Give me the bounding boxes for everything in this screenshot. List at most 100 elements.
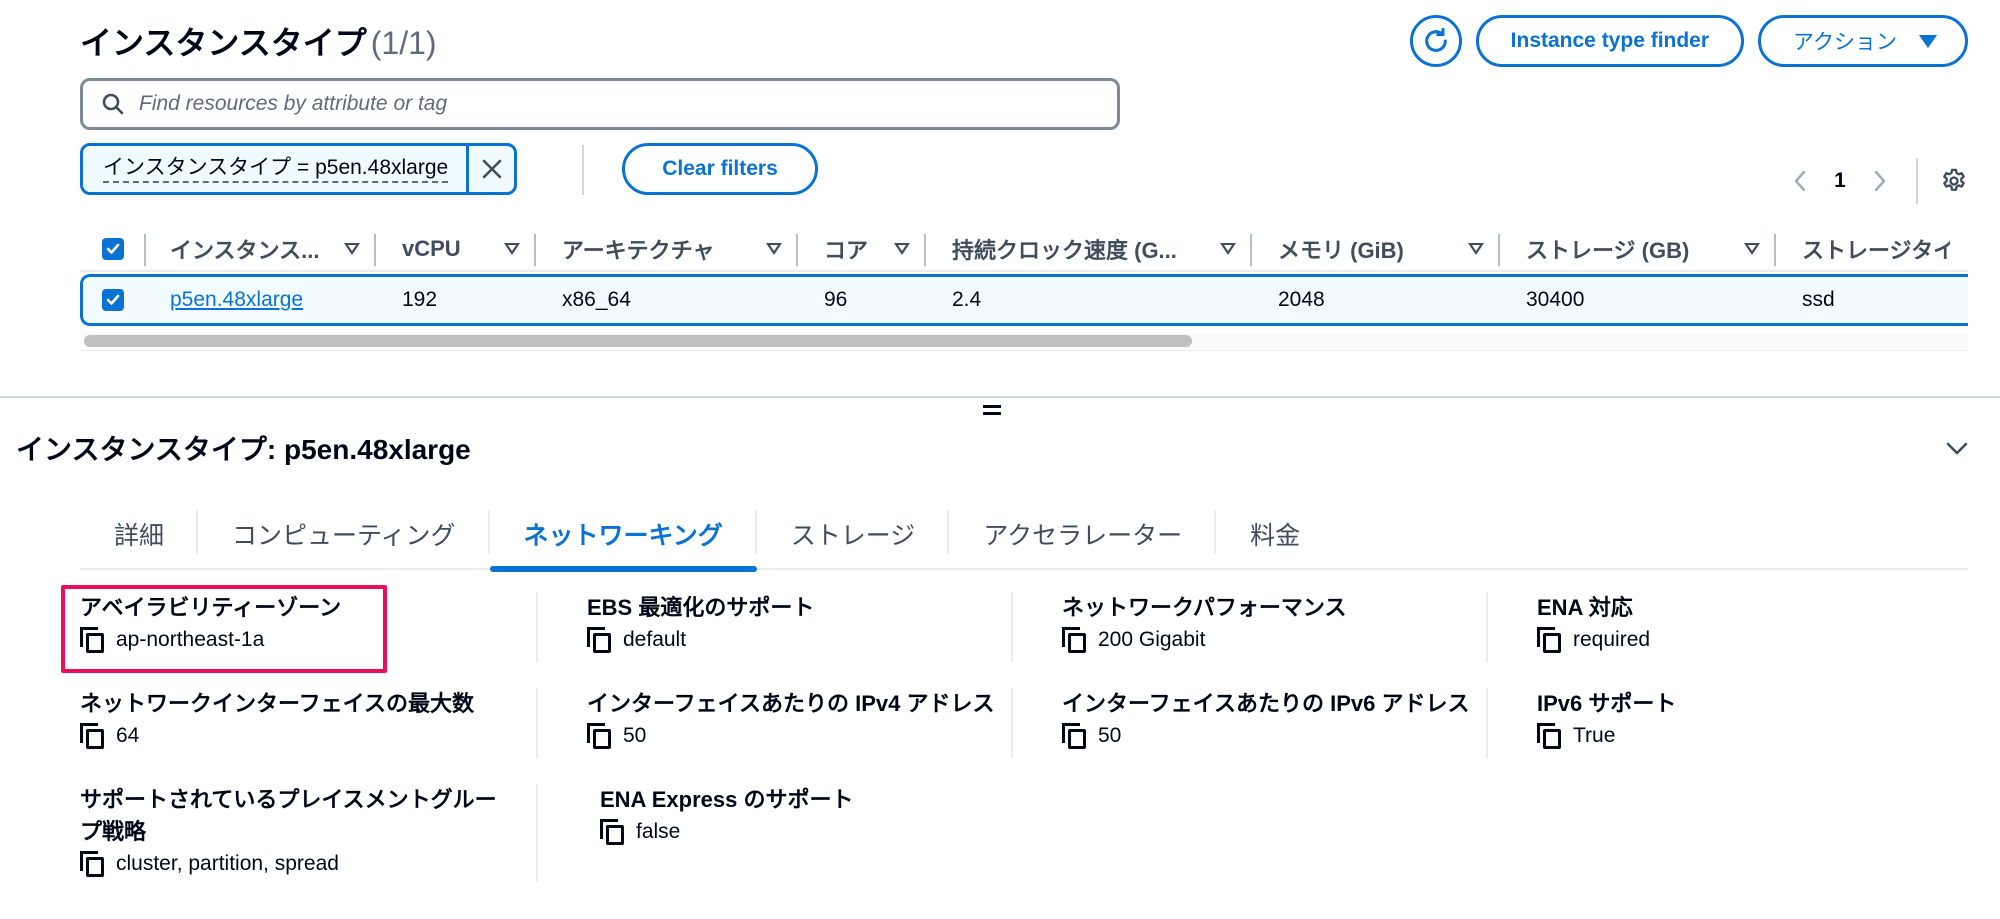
field-value: default <box>623 628 687 651</box>
field-network-performance: ネットワークパフォーマンス 200 Gigabit <box>1030 592 1505 688</box>
column-header-storage-type[interactable]: ストレージタイ <box>1776 228 1966 270</box>
actions-label: アクション <box>1793 31 1897 54</box>
search-input[interactable] <box>139 92 1039 116</box>
copy-icon[interactable] <box>1062 723 1086 749</box>
filter-token: インスタンスタイプ = p5en.48xlarge <box>80 143 518 195</box>
handle-line <box>983 405 1001 408</box>
tab-label: ネットワーキング <box>523 522 723 550</box>
remove-filter-button[interactable] <box>466 146 514 192</box>
field-value: ap-northeast-1a <box>116 628 265 651</box>
sort-icon[interactable] <box>766 243 782 255</box>
column-divider <box>536 784 538 882</box>
column-label: ストレージ (GB) <box>1526 238 1690 263</box>
column-header-memory[interactable]: メモリ (GiB) <box>1252 228 1500 270</box>
previous-page-button[interactable] <box>1778 169 1822 193</box>
copy-icon[interactable] <box>1537 723 1561 749</box>
field-ipv6-per-interface: インターフェイスあたりの IPv6 アドレス 50 <box>1030 688 1505 784</box>
actions-dropdown-button[interactable]: アクション <box>1758 15 1968 67</box>
resource-count: (1/1) <box>370 25 437 61</box>
column-label: 持続クロック速度 (G... <box>952 238 1177 263</box>
scrollbar-thumb[interactable] <box>84 335 1192 347</box>
tab-label: 料金 <box>1250 522 1301 550</box>
column-label: vCPU <box>402 236 461 261</box>
copy-icon[interactable] <box>80 627 104 653</box>
select-all-header <box>80 228 146 270</box>
column-divider <box>1486 688 1488 758</box>
filter-token-label[interactable]: インスタンスタイプ = p5en.48xlarge <box>103 155 449 183</box>
chevron-right-icon <box>1874 170 1886 192</box>
page-title-text: インスタンスタイプ <box>80 25 367 61</box>
sort-icon[interactable] <box>1468 243 1484 255</box>
column-header-instance-type[interactable]: インスタンス... <box>146 228 376 270</box>
kv-row: サポートされているプレイスメントグループ戦略 cluster, partitio… <box>80 784 1980 904</box>
column-header-clock-speed[interactable]: 持続クロック速度 (G... <box>926 228 1252 270</box>
field-placement-group-strategies: サポートされているプレイスメントグループ戦略 cluster, partitio… <box>80 784 568 904</box>
row-checkbox[interactable] <box>102 289 124 311</box>
tab-networking[interactable]: ネットワーキング <box>489 500 758 572</box>
cell-cores: 96 <box>824 288 848 311</box>
table-row[interactable]: p5en.48xlarge 192 x86_64 96 2.4 2048 304… <box>80 274 1968 326</box>
column-divider <box>1011 688 1013 758</box>
copy-icon[interactable] <box>1062 627 1086 653</box>
column-label: ストレージタイ <box>1802 238 1950 263</box>
chevron-left-icon <box>1794 170 1806 192</box>
detail-panel-title: インスタンスタイプ: p5en.48xlarge <box>16 434 471 465</box>
sort-icon[interactable] <box>1744 243 1760 255</box>
caret-down-icon <box>1919 34 1937 48</box>
tab-accelerators[interactable]: アクセラレーター <box>949 500 1217 568</box>
table-preferences-button[interactable] <box>1940 167 1968 195</box>
select-all-checkbox[interactable] <box>102 238 124 260</box>
sort-icon[interactable] <box>894 243 910 255</box>
cell-clock-speed: 2.4 <box>952 288 982 311</box>
split-panel-resize-handle[interactable] <box>983 405 1001 417</box>
sort-icon[interactable] <box>504 243 520 255</box>
current-page-number[interactable]: 1 <box>1822 169 1858 193</box>
collapse-panel-button[interactable] <box>1942 434 1972 464</box>
instance-type-link[interactable]: p5en.48xlarge <box>170 288 303 311</box>
refresh-button[interactable] <box>1409 15 1462 67</box>
copy-icon[interactable] <box>600 819 624 845</box>
search-field[interactable] <box>80 78 1120 130</box>
column-label: アーキテクチャ <box>562 238 715 263</box>
tab-storage[interactable]: ストレージ <box>757 500 950 568</box>
table-bottom-border <box>80 350 1968 351</box>
sort-icon[interactable] <box>344 243 360 255</box>
copy-icon[interactable] <box>1537 627 1561 653</box>
detail-tabs: 詳細 コンピューティング ネットワーキング ストレージ アクセラレーター 料金 <box>80 500 1968 572</box>
next-page-button[interactable] <box>1858 169 1902 193</box>
copy-icon[interactable] <box>587 723 611 749</box>
cell-architecture: x86_64 <box>562 288 631 311</box>
field-value: 50 <box>1098 724 1122 747</box>
column-header-vcpu[interactable]: vCPU <box>376 228 536 270</box>
field-ipv6-support: IPv6 サポート True <box>1505 688 1980 784</box>
copy-icon[interactable] <box>587 627 611 653</box>
header-actions: Instance type finder アクション <box>1409 15 1968 67</box>
copy-icon[interactable] <box>80 723 104 749</box>
tab-pricing[interactable]: 料金 <box>1216 500 1334 568</box>
column-divider <box>536 592 538 662</box>
cell-storage-type: ssd <box>1802 288 1835 311</box>
field-label: インターフェイスあたりの IPv4 アドレス <box>587 691 995 716</box>
tab-details[interactable]: 詳細 <box>80 500 199 568</box>
tab-compute[interactable]: コンピューティング <box>198 500 490 568</box>
close-icon <box>482 159 502 179</box>
column-header-cores[interactable]: コア <box>798 228 926 270</box>
field-label: EBS 最適化のサポート <box>587 595 815 620</box>
instance-type-finder-button[interactable]: Instance type finder <box>1475 15 1745 67</box>
field-max-network-interfaces: ネットワークインターフェイスの最大数 64 <box>80 688 555 784</box>
gear-icon <box>1943 168 1965 191</box>
field-label: IPv6 サポート <box>1537 691 1677 716</box>
sort-icon[interactable] <box>1220 243 1236 255</box>
field-label: ENA 対応 <box>1537 595 1633 620</box>
column-label: コア <box>824 238 869 263</box>
filter-token-label-wrap[interactable]: インスタンスタイプ = p5en.48xlarge <box>83 146 466 192</box>
copy-icon[interactable] <box>80 851 104 877</box>
horizontal-scrollbar[interactable] <box>84 334 1968 348</box>
pagination: 1 <box>1778 158 1968 204</box>
field-label: インターフェイスあたりの IPv6 アドレス <box>1062 691 1470 716</box>
field-ena-support: ENA 対応 required <box>1505 592 1980 688</box>
field-value: True <box>1573 724 1616 747</box>
column-header-architecture[interactable]: アーキテクチャ <box>536 228 798 270</box>
column-header-storage[interactable]: ストレージ (GB) <box>1500 228 1776 270</box>
clear-filters-button[interactable]: Clear filters <box>622 143 818 195</box>
